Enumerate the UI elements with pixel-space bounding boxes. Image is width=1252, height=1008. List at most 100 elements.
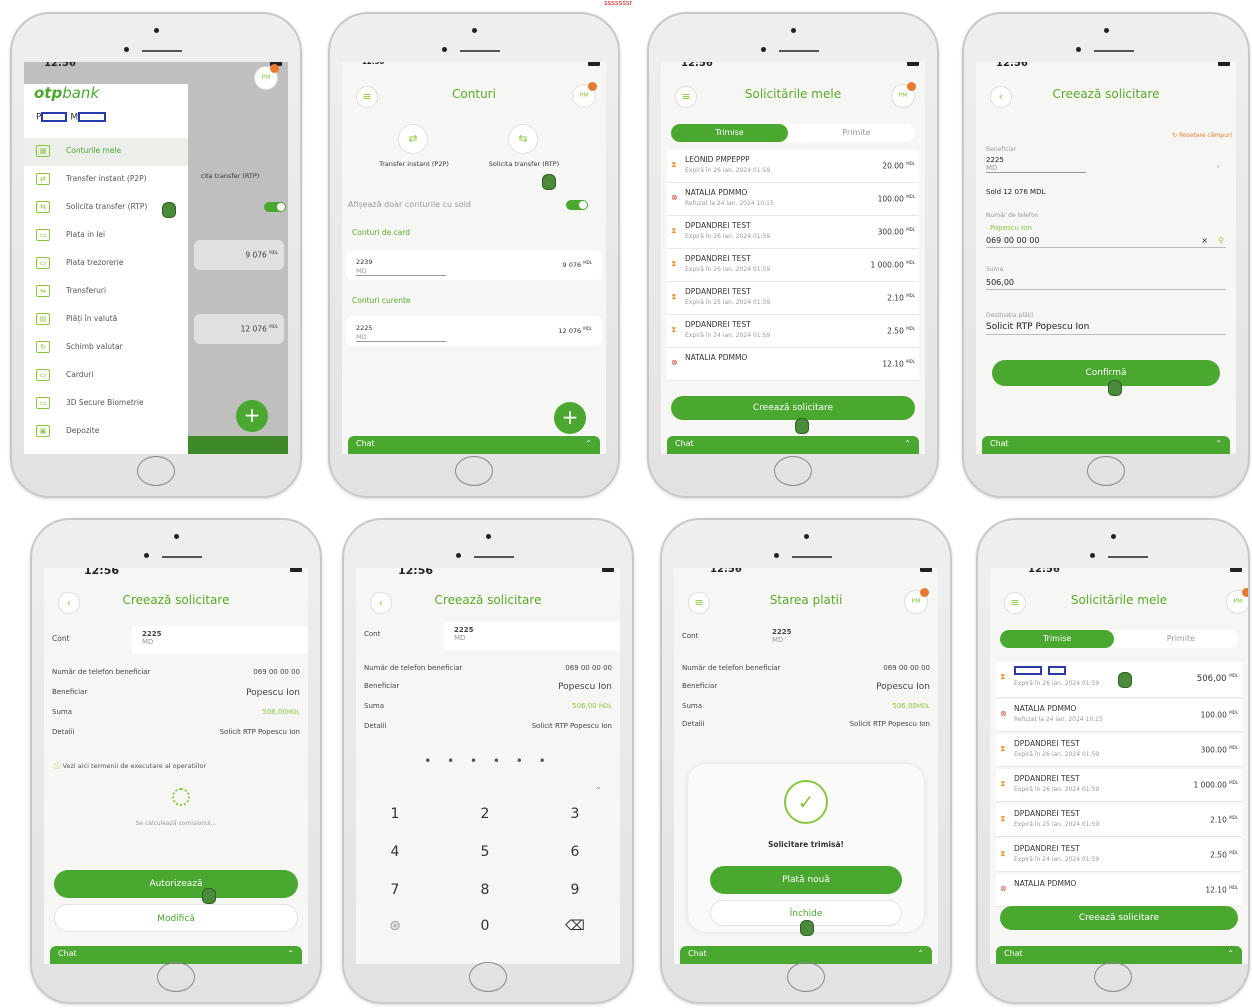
list-item[interactable]: ⊗ NATALIA PDMMO 12.10 MDL xyxy=(996,874,1242,907)
list-item[interactable]: ⊗ NATALIA PDMMO Refuzat la 24 ian. 2024 10… xyxy=(667,183,919,216)
contact-icon[interactable]: ⚲ xyxy=(1218,236,1224,245)
amount-field[interactable]: 506,00 xyxy=(986,278,1226,290)
balance-value: 9 076 xyxy=(562,261,582,270)
menu-item-fx-payments[interactable]: ▤ Plăți în valută xyxy=(24,306,188,334)
tab-received[interactable]: Primite xyxy=(1124,630,1238,648)
key-5[interactable]: 5 xyxy=(470,844,500,860)
home-button[interactable] xyxy=(137,456,175,486)
avatar[interactable]: PM xyxy=(572,82,597,108)
key-6[interactable]: 6 xyxy=(560,844,590,860)
key-1[interactable]: 1 xyxy=(380,806,410,822)
key-9[interactable]: 9 xyxy=(560,882,590,898)
key-4[interactable]: 4 xyxy=(380,844,410,860)
menu-item-accounts[interactable]: ▦ Conturile mele xyxy=(24,138,188,166)
avatar[interactable]: PM xyxy=(904,588,929,614)
avatar[interactable]: PM xyxy=(891,82,916,108)
list-item-new[interactable]: ⧗ Expiră în 26 ian. 2024 01:59 506,00 MD… xyxy=(996,662,1242,698)
list-item[interactable]: ⧗ DPDANDREI TEST Expiră în 26 ian. 2024 01… xyxy=(996,769,1242,802)
menu-item-rtp[interactable]: ⇆ Solicita transfer (RTP) xyxy=(24,194,188,222)
chevron-down-icon[interactable]: ⌄ xyxy=(595,782,602,791)
list-item[interactable]: ⧗ DPDANDREI TEST Expiră în 25 ian. 2024 01… xyxy=(667,282,919,315)
list-item[interactable]: ⧗ DPDANDREI TEST Expiră în 24 ian. 2024 01… xyxy=(996,839,1242,872)
p2p-icon[interactable]: ⇄ xyxy=(398,124,428,154)
fingerprint-icon[interactable]: ⊛ xyxy=(380,918,410,934)
add-button[interactable]: + xyxy=(554,402,586,434)
list-item[interactable]: ⊗ NATALIA PDMMO 12.10 MDL xyxy=(667,348,919,381)
key-7[interactable]: 7 xyxy=(380,882,410,898)
menu-item-lei[interactable]: ▭ Plata in lei xyxy=(24,222,188,250)
home-button[interactable] xyxy=(774,456,812,486)
side-menu: otpbank P M ▦ Conturile mele ⇄ Transfer in… xyxy=(24,84,188,454)
chat-bar[interactable]: Chat ⌃ xyxy=(348,436,600,454)
list-item[interactable]: ⊗ NATALIA PDMMO Refuzat la 24 ian. 2024 10… xyxy=(996,699,1242,732)
key-3[interactable]: 3 xyxy=(560,806,590,822)
tab-sent[interactable]: Trimise xyxy=(671,124,789,142)
authorize-button[interactable]: Autorizează xyxy=(54,870,298,898)
detail-label: Beneficiar xyxy=(52,688,88,696)
home-button[interactable] xyxy=(157,962,195,992)
destination-field[interactable]: Solicit RTP Popescu Ion xyxy=(986,322,1226,335)
behind-add-button: + xyxy=(236,400,268,432)
redaction-box-3 xyxy=(1014,666,1042,675)
chevron-right-icon: › xyxy=(1216,162,1220,172)
menu-item-exchange[interactable]: ↻ Schimb valutar xyxy=(24,334,188,362)
home-button[interactable] xyxy=(469,962,507,992)
behind-card-1: 9 076 MDL xyxy=(194,240,284,270)
list-item[interactable]: ⧗ DPDANDREI TEST Expiră în 26 ian. 2024 01… xyxy=(667,216,919,249)
chat-bar[interactable]: Chat ⌃ xyxy=(996,946,1242,964)
battery-icon xyxy=(1230,568,1242,572)
create-request-button[interactable]: Creează solicitare xyxy=(671,396,915,420)
beneficiary-account[interactable]: 2225 MD xyxy=(986,156,1086,173)
account-card-2[interactable]: 2225 MD 12 076 MDL xyxy=(346,316,602,346)
chat-bar[interactable]: Chat ⌃ xyxy=(982,436,1230,454)
reset-fields-link[interactable]: ↻ Resetare câmpuri xyxy=(1172,132,1232,139)
key-0[interactable]: 0 xyxy=(470,918,500,934)
menu-item-transfers[interactable]: ⇋ Transferuri xyxy=(24,278,188,306)
list-item[interactable]: ⧗ DPDANDREI TEST Expiră în 26 ian. 2024 01… xyxy=(667,249,919,282)
amount-value: 2.10 xyxy=(887,293,904,303)
chat-bar[interactable]: Chat ⌃ xyxy=(667,436,919,454)
account-iban: MD xyxy=(356,333,446,342)
home-button[interactable] xyxy=(455,456,493,486)
home-button[interactable] xyxy=(1094,962,1132,992)
backspace-icon[interactable]: ⌫ xyxy=(560,918,590,934)
chat-label: Chat xyxy=(990,439,1009,448)
menu-item-deposits[interactable]: ▣ Depozite xyxy=(24,418,188,446)
payment-icon: ▭ xyxy=(36,229,50,241)
create-request-button[interactable]: Creează solicitare xyxy=(1000,906,1238,930)
modify-button[interactable]: Modifică xyxy=(54,904,298,932)
tab-sent[interactable]: Trimise xyxy=(1000,630,1115,648)
avatar[interactable]: PM xyxy=(254,64,279,90)
list-item[interactable]: ⧗ DPDANDREI TEST Expiră în 26 ian. 2024 01… xyxy=(996,734,1242,767)
phone-field[interactable]: 069 00 00 00 × ⚲ xyxy=(986,236,1226,248)
quick-action-rtp[interactable]: Solicita transfer (RTP) xyxy=(484,160,564,168)
new-payment-button[interactable]: Plată nouă xyxy=(710,866,902,894)
menu-item-p2p[interactable]: ⇄ Transfer instant (P2P) xyxy=(24,166,188,194)
menu-item-3ds[interactable]: ▭ 3D Secure Biometrie xyxy=(24,390,188,418)
list-item[interactable]: ⧗ LEONID PMPEPPP Expiră în 26 ian. 2024 01… xyxy=(667,150,919,183)
account-card-1[interactable]: 2239 MD 9 076 MDL xyxy=(346,250,602,280)
home-button[interactable] xyxy=(1087,456,1125,486)
menu-label: Plata in lei xyxy=(66,230,106,239)
avatar[interactable]: PM xyxy=(1226,588,1248,614)
rtp-icon[interactable]: ⇆ xyxy=(508,124,538,154)
list-item[interactable]: ⧗ DPDANDREI TEST Expiră în 25 ian. 2024 01… xyxy=(996,804,1242,837)
terms-text[interactable]: ⓘ Vezi aici termenii de executare al ope… xyxy=(54,760,206,770)
key-2[interactable]: 2 xyxy=(470,806,500,822)
confirm-button[interactable]: Confirmă xyxy=(992,360,1220,386)
clear-icon[interactable]: × xyxy=(1201,236,1208,245)
menu-item-cards[interactable]: ▭ Carduri xyxy=(24,362,188,390)
tab-received[interactable]: Primite xyxy=(798,124,915,142)
key-8[interactable]: 8 xyxy=(470,882,500,898)
phone-menu: 12:56 PM cita transfer (RTP) 9 076 MDL 1… xyxy=(10,12,302,498)
phone-value: 069 00 00 00 xyxy=(986,236,1040,245)
home-button[interactable] xyxy=(787,962,825,992)
screen-status: 12:56 ≡ Starea platii PM Cont 2225 MD Num… xyxy=(674,568,938,964)
balance-filter-toggle[interactable] xyxy=(566,200,588,210)
quick-action-p2p[interactable]: Transfer instant (P2P) xyxy=(374,160,454,168)
battery-icon xyxy=(920,568,932,572)
list-item-name: DPDANDREI TEST xyxy=(1014,844,1080,853)
menu-item-treasury[interactable]: ▭ Plata trezorerie xyxy=(24,250,188,278)
header: ‹ Creează solicitare xyxy=(44,588,308,616)
list-item[interactable]: ⧗ DPDANDREI TEST Expiră în 24 ian. 2024 01… xyxy=(667,315,919,348)
